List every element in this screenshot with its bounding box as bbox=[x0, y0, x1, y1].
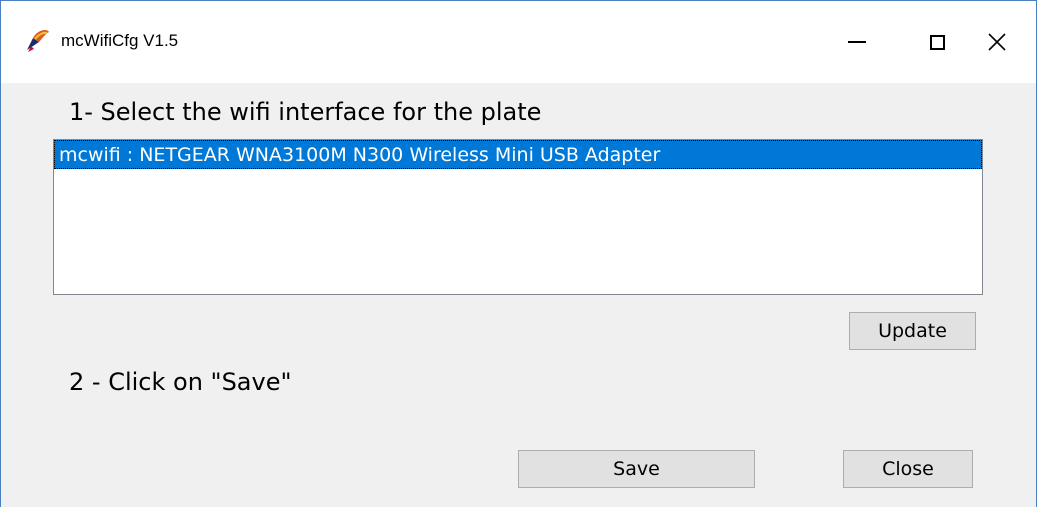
minimize-button[interactable] bbox=[817, 1, 897, 83]
list-item[interactable]: mcwifi : NETGEAR WNA3100M N300 Wireless … bbox=[54, 140, 982, 169]
minimize-icon bbox=[848, 41, 866, 43]
update-button[interactable]: Update bbox=[849, 312, 976, 350]
maximize-icon bbox=[929, 34, 945, 50]
close-button[interactable]: Close bbox=[843, 450, 973, 488]
window-title: mcWifiCfg V1.5 bbox=[61, 31, 179, 50]
close-window-button[interactable] bbox=[957, 1, 1037, 83]
save-button[interactable]: Save bbox=[518, 450, 755, 488]
app-icon bbox=[27, 30, 49, 52]
step2-label: 2 - Click on "Save" bbox=[69, 368, 292, 396]
close-icon bbox=[988, 33, 1006, 51]
app-window: mcWifiCfg V1.5 1- Select the wifi interf… bbox=[0, 0, 1037, 507]
interface-listbox[interactable]: mcwifi : NETGEAR WNA3100M N300 Wireless … bbox=[53, 139, 983, 295]
step1-label: 1- Select the wifi interface for the pla… bbox=[69, 98, 542, 126]
client-area: 1- Select the wifi interface for the pla… bbox=[1, 83, 1036, 507]
title-bar: mcWifiCfg V1.5 bbox=[1, 1, 1036, 83]
